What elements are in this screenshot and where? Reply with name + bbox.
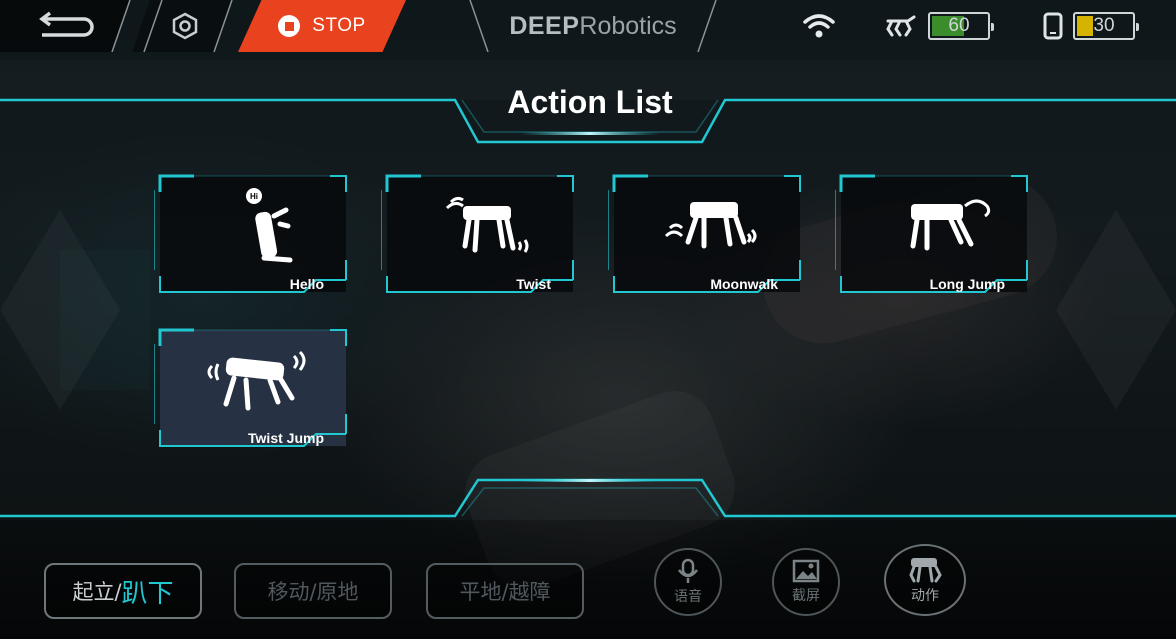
action-card-label: Moonwalk — [710, 276, 778, 292]
device-battery: 30 — [1030, 0, 1148, 52]
wifi-status — [796, 0, 842, 52]
stand-label: 起立/ — [72, 580, 122, 604]
voice-button[interactable]: 语音 — [654, 548, 722, 616]
terrain-toggle[interactable]: 平地/越障 — [426, 563, 584, 619]
action-card-twist-jump[interactable]: Twist Jump — [154, 324, 352, 452]
action-card-hello[interactable]: Hi Hello — [154, 170, 352, 298]
stop-label: STOP — [312, 15, 366, 36]
phone-icon — [1043, 12, 1063, 40]
move-toggle[interactable]: 移动/原地 — [234, 563, 392, 619]
stop-button[interactable]: STOP — [238, 0, 406, 52]
brand-logo: DEEP Robotics — [462, 0, 724, 52]
action-card-label: Twist — [516, 276, 551, 292]
robot-battery: 60 — [874, 0, 1000, 52]
stop-icon — [278, 15, 301, 37]
image-icon — [792, 559, 820, 583]
top-bar: STOP DEEP Robotics 60 30 — [0, 0, 1176, 52]
microphone-icon — [678, 558, 698, 583]
screenshot-button[interactable]: 截屏 — [772, 548, 840, 616]
robot-kneel-hello-icon: Hi — [190, 184, 316, 270]
action-card-moonwalk[interactable]: Moonwalk — [608, 170, 806, 298]
robot-moonwalk-icon — [644, 184, 770, 270]
action-card-long-jump[interactable]: Long Jump — [835, 170, 1033, 298]
action-button[interactable]: 动作 — [884, 544, 966, 616]
terrain-label: 平地/越障 — [459, 580, 551, 604]
robot-twist-icon — [417, 184, 543, 270]
robot-twist-jump-icon — [190, 338, 316, 424]
action-label: 动作 — [911, 588, 939, 604]
panel-title: Action List — [507, 84, 673, 120]
settings-button[interactable] — [140, 0, 230, 52]
screenshot-label: 截屏 — [792, 588, 820, 604]
robot-dog-icon — [909, 558, 942, 583]
svg-text:Hi: Hi — [250, 192, 258, 201]
lie-down-label: 趴下 — [121, 578, 174, 609]
brand-light: Robotics — [579, 11, 677, 40]
device-battery-gauge: 30 — [1073, 12, 1139, 40]
wifi-icon — [803, 14, 835, 38]
action-card-label: Twist Jump — [248, 430, 324, 446]
brand-bold: DEEP — [509, 11, 580, 40]
hexagon-settings-icon — [172, 12, 198, 40]
robot-battery-level: 60 — [948, 15, 970, 36]
robot-dog-icon — [886, 15, 916, 37]
voice-label: 语音 — [674, 589, 702, 605]
action-card-twist[interactable]: Twist — [381, 170, 579, 298]
action-card-label: Long Jump — [929, 276, 1005, 292]
move-label: 移动/原地 — [267, 580, 359, 604]
back-button[interactable] — [0, 0, 130, 52]
device-battery-level: 30 — [1093, 15, 1115, 36]
stand-lie-toggle[interactable]: 起立/趴下 — [44, 563, 202, 619]
robot-long-jump-icon — [871, 184, 997, 270]
action-card-label: Hello — [289, 276, 324, 292]
back-arrow-icon — [39, 11, 94, 37]
robot-battery-gauge: 60 — [928, 12, 994, 40]
